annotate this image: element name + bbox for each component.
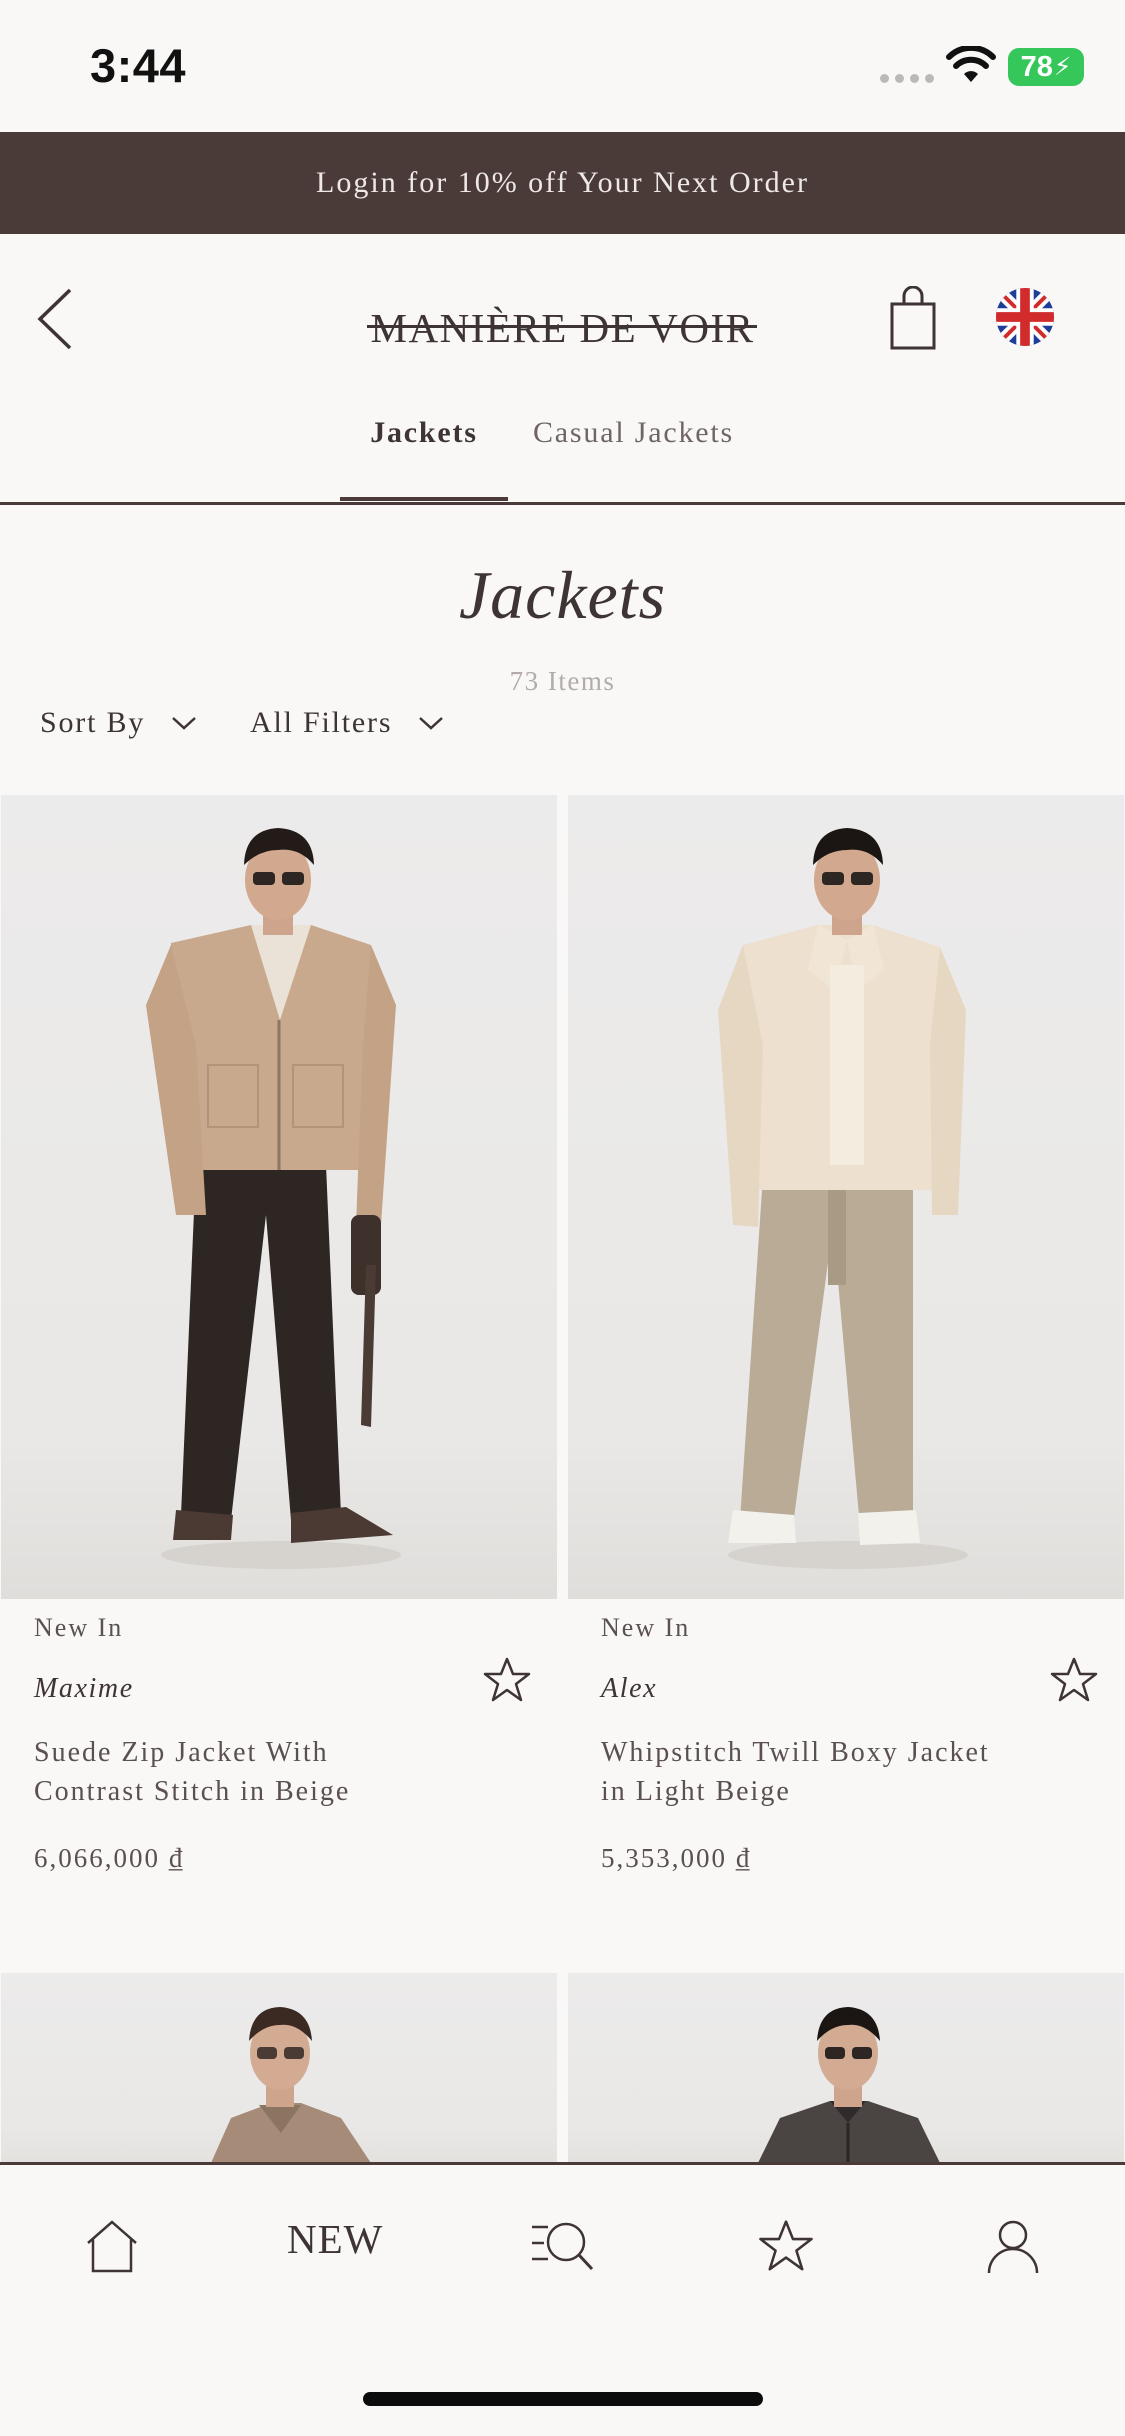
tab-casual-jackets[interactable]: Casual Jackets [533,416,734,450]
charging-bolt-icon: ⚡ [1053,53,1072,81]
page-title: Jackets [458,557,667,633]
wishlist-star-icon[interactable] [757,2217,815,2275]
logo-strike-line [367,325,757,328]
star-icon[interactable] [482,1655,532,1705]
sort-by-dropdown[interactable]: Sort By [40,706,197,740]
nav-new[interactable]: NEW [287,2215,383,2263]
tab-jackets[interactable]: Jackets [340,416,508,450]
promo-banner[interactable]: Login for 10% off Your Next Order [0,132,1125,234]
wifi-icon [946,46,996,82]
uk-flag-icon[interactable] [996,288,1054,346]
cellular-signal-icon [880,74,934,83]
active-tab-indicator [340,497,508,501]
back-chevron-icon[interactable] [30,284,80,354]
home-icon[interactable] [82,2217,142,2277]
tabs-divider [0,502,1125,505]
shopping-bag-icon[interactable] [888,286,938,352]
product-image[interactable] [568,795,1124,1599]
product-price: 6,066,000 ₫ [34,1843,185,1873]
product-name[interactable]: Whipstitch Twill Boxy Jacket in Light Be… [601,1733,1001,1811]
product-card[interactable] [1,1973,557,2163]
all-filters-dropdown[interactable]: All Filters [250,706,444,740]
product-price: 5,353,000 ₫ [601,1843,752,1873]
product-brand: Alex [601,1673,658,1704]
product-badge: New In [601,1613,691,1642]
sort-by-label: Sort By [40,706,146,739]
chevron-down-icon [172,717,196,730]
chevron-down-icon [419,717,444,730]
category-tabs: Jackets Casual Jackets [0,384,1125,505]
product-image[interactable] [1,795,557,1599]
account-icon[interactable] [985,2217,1041,2275]
product-image[interactable] [568,1973,1124,2163]
status-time: 3:44 [90,39,187,92]
item-count: 73 Items [509,666,616,696]
battery-level: 78 [1020,50,1053,83]
search-icon[interactable] [530,2217,594,2277]
product-card[interactable] [568,1973,1124,2163]
product-card[interactable]: New In Alex Whipstitch Twill Boxy Jacket… [568,795,1124,1905]
all-filters-label: All Filters [250,706,393,739]
product-card[interactable]: New In Maxime Suede Zip Jacket With Cont… [1,795,557,1905]
header: MANIÈRE DE VOIR [0,234,1125,384]
battery-indicator: 78 ⚡ [1008,48,1084,86]
status-bar: 3:44 78 ⚡ [0,0,1125,132]
star-icon[interactable] [1049,1655,1099,1705]
product-badge: New In [34,1613,124,1642]
product-name[interactable]: Suede Zip Jacket With Contrast Stitch in… [34,1733,434,1811]
promo-text: Login for 10% off Your Next Order [316,166,809,199]
product-brand: Maxime [34,1673,134,1704]
product-image[interactable] [1,1973,557,2163]
brand-logo[interactable]: MANIÈRE DE VOIR [365,304,760,352]
home-indicator [363,2392,763,2406]
